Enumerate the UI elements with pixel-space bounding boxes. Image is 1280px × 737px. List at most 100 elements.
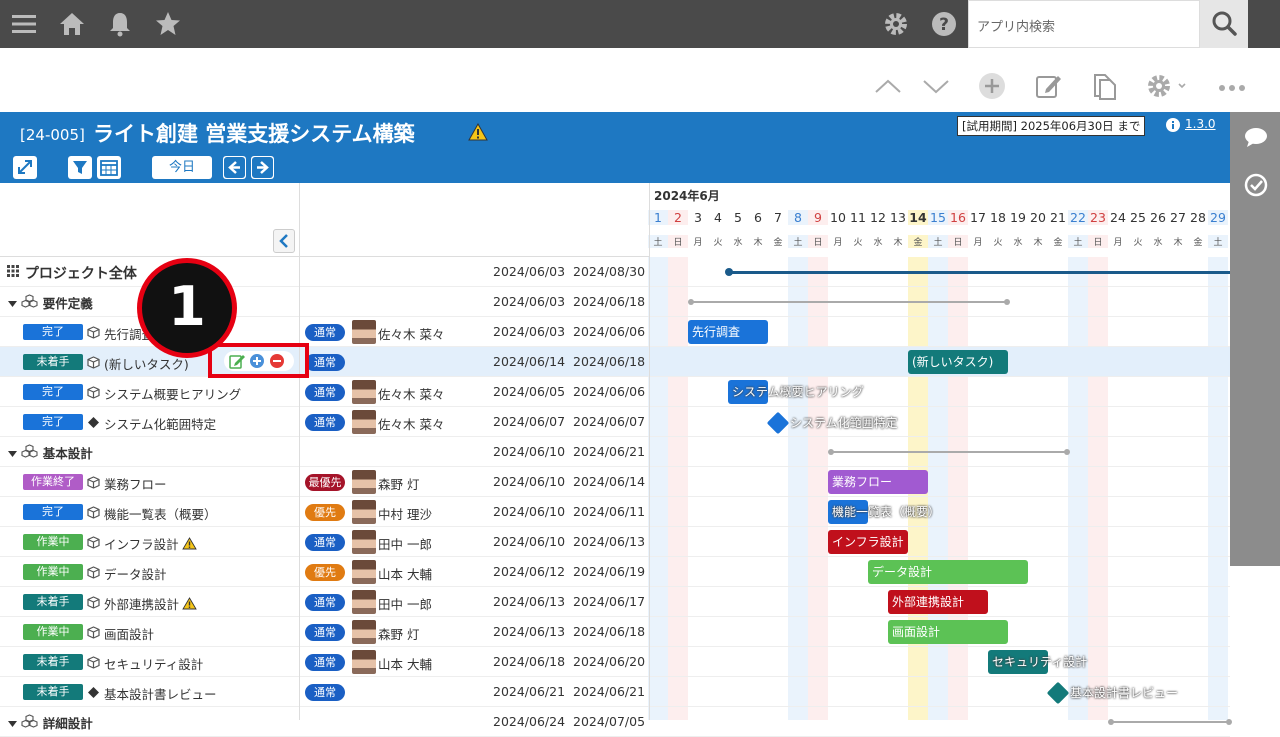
add-icon[interactable] (978, 72, 1006, 100)
priority-badge: 通常 (305, 324, 345, 341)
end-date: 2024/06/19 (573, 564, 646, 579)
assignee-name: 中村 理沙 (378, 507, 432, 522)
task-name[interactable]: 業務フロー (87, 474, 167, 493)
status-badge[interactable]: 完了 (23, 384, 83, 400)
help-icon[interactable]: ? (930, 10, 958, 38)
weekday-label: 土 (928, 235, 948, 248)
weekday-label: 土 (1208, 235, 1228, 248)
gantt-bar[interactable]: データ設計 (868, 560, 1028, 584)
copy-icon[interactable] (1090, 72, 1118, 100)
gantt-bar[interactable]: 先行調査 (688, 320, 768, 344)
avatar (352, 410, 376, 434)
filter-button[interactable] (68, 156, 92, 179)
status-badge[interactable]: 完了 (23, 504, 83, 520)
history-icon[interactable] (1243, 172, 1269, 198)
weekday-label: 月 (1113, 238, 1123, 248)
gantt-bar[interactable]: 画面設計 (888, 620, 1008, 644)
timeline-end-dot (1004, 299, 1010, 305)
end-date: 2024/06/18 (573, 624, 646, 639)
menu-icon[interactable] (10, 10, 38, 38)
status-badge[interactable]: 作業中 (23, 534, 83, 550)
task-name[interactable]: インフラ設計 (87, 534, 197, 553)
prev-button[interactable] (223, 156, 246, 179)
expand-button[interactable] (13, 156, 37, 179)
end-date: 2024/06/21 (573, 684, 646, 699)
project-code: [24-005] (20, 126, 85, 144)
priority-badge: 通常 (305, 654, 345, 671)
group-timeline-line (690, 301, 1006, 303)
version-link[interactable]: 1.3.0 (1185, 117, 1216, 131)
weekday-label: 月 (693, 238, 703, 248)
comment-icon[interactable] (1243, 124, 1269, 150)
weekday-label: 日 (948, 235, 968, 248)
gear-icon[interactable] (882, 10, 910, 38)
gantt-bar[interactable]: セキュリティ設計 (988, 650, 1087, 674)
avatar (352, 560, 376, 584)
edit-icon[interactable] (1034, 72, 1062, 100)
info-icon[interactable] (1166, 118, 1180, 132)
more-icon[interactable] (1218, 72, 1246, 100)
gantt-bar[interactable]: 外部連携設計 (888, 590, 988, 614)
weekday-label: 月 (833, 238, 843, 248)
status-badge[interactable]: 完了 (23, 414, 83, 430)
assignee-name: 佐々木 菜々 (378, 387, 445, 402)
chevron-down-icon[interactable] (922, 72, 950, 100)
day-label: 23 (1088, 210, 1108, 225)
start-date: 2024/06/10 (493, 474, 566, 489)
task-name[interactable]: システム概要ヒアリング (87, 384, 241, 403)
gantt-divider (649, 183, 650, 720)
search-button[interactable] (1200, 0, 1248, 48)
task-name[interactable]: 基本設計書レビュー (87, 684, 217, 703)
status-badge[interactable]: 未着手 (23, 684, 83, 700)
gantt-bar[interactable]: インフラ設計 (828, 530, 908, 554)
weekday-label: 金 (773, 238, 783, 248)
status-badge[interactable]: 作業中 (23, 624, 83, 640)
status-badge[interactable]: 未着手 (23, 594, 83, 610)
gantt-bar[interactable]: システム概要ヒアリング (728, 380, 864, 404)
status-badge[interactable]: 未着手 (23, 354, 83, 370)
status-badge[interactable]: 作業中 (23, 564, 83, 580)
star-icon[interactable] (154, 10, 182, 38)
list-header (0, 183, 649, 257)
task-name[interactable]: (新しいタスク) (87, 354, 189, 373)
avatar (352, 590, 376, 614)
gantt-bar-label: (新しいタスク) (912, 355, 994, 369)
gantt-bar-label: システム概要ヒアリング (732, 385, 864, 399)
today-button[interactable]: 今日 (152, 156, 212, 179)
collapse-panel-button[interactable] (273, 229, 295, 253)
status-badge[interactable]: 完了 (23, 324, 83, 340)
day-label: 22 (1068, 210, 1088, 225)
task-name[interactable]: システム化範囲特定 (87, 414, 216, 433)
callout-number: 1 (137, 258, 237, 358)
weekday-label: 木 (1033, 238, 1043, 248)
gantt-bar[interactable]: (新しいタスク) (908, 350, 1008, 374)
next-button[interactable] (251, 156, 274, 179)
callout-highlight-box (208, 343, 309, 378)
calendar-button[interactable] (97, 156, 121, 179)
status-badge[interactable]: 作業終了 (23, 474, 83, 490)
home-icon[interactable] (58, 10, 86, 38)
avatar (352, 650, 376, 674)
task-name[interactable]: 外部連携設計 (87, 594, 197, 613)
assignee-name: 佐々木 菜々 (378, 417, 445, 432)
status-badge[interactable]: 未着手 (23, 654, 83, 670)
settings-dropdown-icon[interactable] (1146, 72, 1190, 100)
start-date: 2024/06/18 (493, 654, 566, 669)
gantt-bar[interactable]: 業務フロー (828, 470, 928, 494)
day-label: 7 (774, 210, 782, 225)
task-name[interactable]: データ設計 (87, 564, 167, 583)
search-input[interactable]: アプリ内検索 (968, 0, 1200, 48)
day-label: 8 (788, 210, 808, 225)
bell-icon[interactable] (106, 10, 134, 38)
project-row-label: プロジェクト全体 (6, 263, 137, 283)
task-name[interactable]: 機能一覧表（概要） (87, 504, 217, 523)
task-name[interactable]: 画面設計 (87, 624, 154, 643)
day-label: 18 (990, 210, 1006, 225)
arrow-left-icon (224, 157, 245, 178)
start-date: 2024/06/03 (493, 264, 566, 279)
gantt-bar[interactable]: 機能一覧表（概要） (828, 500, 940, 524)
assignee-name: 田中 一郎 (378, 597, 432, 612)
calendar-icon (100, 160, 118, 176)
chevron-up-icon[interactable] (874, 72, 902, 100)
task-name[interactable]: セキュリティ設計 (87, 654, 203, 673)
